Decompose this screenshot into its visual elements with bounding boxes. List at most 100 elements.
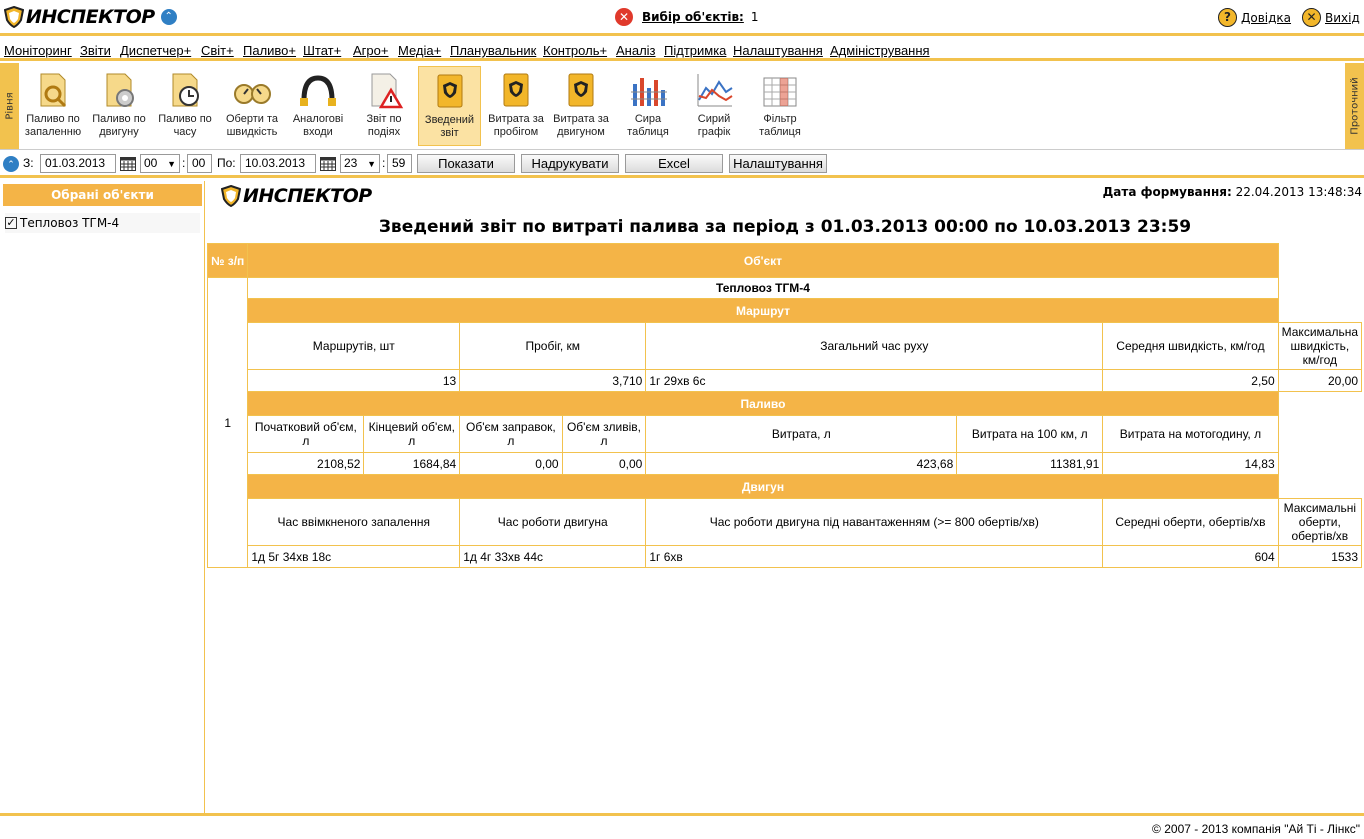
footer: © 2007 - 2013 компанія "Ай Ті - Лінкс" — [0, 813, 1364, 839]
from-calendar-icon[interactable] — [120, 157, 136, 171]
ribbon-filter-table[interactable]: Фільтр таблиця — [750, 66, 810, 146]
object-label: Тепловоз ТГМ-4 — [20, 216, 120, 230]
engine-value: 604 — [1102, 545, 1279, 568]
gauges-icon — [232, 70, 272, 110]
menu-item-staff[interactable]: Штат+ — [303, 43, 341, 58]
object-list-item[interactable]: ✓ Тепловоз ТГМ-4 — [5, 213, 200, 233]
consumption-engine-icon — [561, 70, 601, 110]
ribbon-fuel-time[interactable]: Паливо по часу — [154, 66, 216, 146]
object-name: Тепловоз ТГМ-4 — [247, 277, 1279, 299]
print-button[interactable]: Надрукувати — [521, 154, 619, 173]
from-hour-select[interactable]: 00 ▼ — [140, 154, 180, 173]
report-table: № з/п Об'єкт 1 Тепловоз ТГМ-4 Маршрут Ма… — [206, 243, 1363, 568]
object-select-link[interactable]: Вибір об'єктів: — [642, 10, 744, 24]
route-header: Середня швидкість, км/год — [1102, 322, 1279, 370]
ribbon-rpm-speed[interactable]: Оберти та швидкість — [220, 66, 284, 146]
levels-tab[interactable]: Рівня — [0, 63, 19, 149]
to-date-input[interactable]: 10.03.2013 — [240, 154, 316, 173]
fuel-header: Об'єм заправок, л — [459, 415, 563, 453]
ribbon-consumption-engine[interactable]: Витрата за двигуном — [550, 66, 612, 146]
menu-item-support[interactable]: Підтримка — [664, 43, 726, 58]
from-label: З: — [23, 156, 34, 170]
exit-x-icon: ✕ — [1302, 8, 1321, 27]
to-calendar-icon[interactable] — [320, 157, 336, 171]
ribbon-fuel-ignition[interactable]: Паливо по запаленню — [22, 66, 84, 146]
from-minute-input[interactable]: 00 — [187, 154, 212, 173]
menu-item-media[interactable]: Медіа+ — [398, 43, 441, 58]
menu-item-control[interactable]: Контроль+ — [543, 43, 607, 58]
menu-item-agro[interactable]: Агро+ — [353, 43, 388, 58]
ribbon-summary-report[interactable]: Зведений звіт — [418, 66, 481, 146]
fuel-value: 14,83 — [1102, 452, 1279, 475]
help-link[interactable]: Довідка — [1241, 11, 1291, 25]
menu-item-world[interactable]: Світ+ — [201, 43, 234, 58]
menu-item-settings[interactable]: Налаштування — [733, 43, 823, 58]
fuel-header: Об'єм зливів, л — [561, 415, 647, 453]
engine-header: Час роботи двигуна під навантаженням (>=… — [645, 498, 1104, 546]
route-value: 20,00 — [1277, 369, 1363, 392]
engine-value: 1д 4г 33хв 44с — [459, 545, 647, 568]
collapse-ribbon-icon[interactable]: ⌃ — [3, 156, 19, 172]
ribbon-raw-chart[interactable]: Сирий графік — [684, 66, 744, 146]
cable-icon — [298, 70, 338, 110]
to-label: По: — [217, 156, 236, 170]
ribbon-raw-table[interactable]: Сира таблиця — [618, 66, 678, 146]
excel-button[interactable]: Excel — [625, 154, 723, 173]
engine-header: Середні оберти, обертів/хв — [1102, 498, 1279, 546]
help-button[interactable]: ? Довідка — [1218, 8, 1291, 27]
events-warning-icon — [364, 70, 404, 110]
engine-header: Максимальні оберти, обертів/хв — [1277, 498, 1363, 546]
fuel-value: 1684,84 — [363, 452, 461, 475]
fuel-value: 2108,52 — [247, 452, 365, 475]
report-ribbon: Рівня Паливо по запаленню Паливо по двигун… — [0, 63, 1364, 150]
close-circle-icon[interactable]: ✕ — [615, 8, 633, 26]
ribbon-analog-inputs[interactable]: Аналогові входи — [288, 66, 348, 146]
engine-header: Час роботи двигуна — [459, 498, 647, 546]
object-selection: ✕ Вибір об'єктів: 1 — [615, 8, 758, 26]
consumption-mileage-icon — [496, 70, 536, 110]
menu-item-administration[interactable]: Адміністрування — [830, 43, 930, 58]
route-value: 3,710 — [459, 369, 647, 392]
to-hour-select[interactable]: 23 ▼ — [340, 154, 380, 173]
report-logo: ИНСПЕКТОР — [221, 185, 372, 207]
engine-value: 1д 5г 34хв 18с — [247, 545, 461, 568]
fuel-header: Витрата, л — [645, 415, 958, 453]
exit-button[interactable]: ✕ Вихід — [1302, 8, 1360, 27]
collapse-header-icon[interactable]: ⌃ — [160, 9, 177, 25]
selected-objects-header: Обрані об'єкти — [3, 184, 202, 206]
exit-link[interactable]: Вихід — [1325, 11, 1360, 25]
logo-text: ИНСПЕКТОР — [26, 6, 155, 28]
ribbon-consumption-mileage[interactable]: Витрата за пробігом — [485, 66, 547, 146]
show-button[interactable]: Показати — [417, 154, 515, 173]
menu-item-dispatcher[interactable]: Диспетчер+ — [120, 43, 191, 58]
menu-item-analysis[interactable]: Аналіз — [616, 43, 656, 58]
top-bar: ИНСПЕКТОР ⌃ ✕ Вибір об'єктів: 1 ? Довідк… — [0, 0, 1364, 36]
engine-header: Час ввімкненого запалення — [247, 498, 461, 546]
transit-tab[interactable]: Проточний — [1345, 63, 1364, 149]
ribbon-fuel-engine[interactable]: Паливо по двигуну — [88, 66, 150, 146]
chevron-down-icon: ▼ — [367, 159, 376, 169]
section-engine: Двигун — [247, 474, 1279, 499]
menu-item-reports[interactable]: Звіти — [80, 43, 111, 58]
menu-item-planner[interactable]: Планувальник — [450, 43, 536, 58]
raw-table-icon — [628, 70, 668, 110]
route-value: 1г 29хв 6с — [645, 369, 1104, 392]
ribbon-events-report[interactable]: Звіт по подіях — [354, 66, 414, 146]
from-date-input[interactable]: 01.03.2013 — [40, 154, 116, 173]
selected-objects-panel: Обрані об'єкти ✓ Тепловоз ТГМ-4 — [0, 181, 205, 813]
menu-item-fuel[interactable]: Паливо+ — [243, 43, 296, 58]
engine-value: 1г 6хв — [645, 545, 1104, 568]
to-minute-input[interactable]: 59 — [387, 154, 412, 173]
chevron-down-icon: ▼ — [167, 159, 176, 169]
fuel-ignition-icon — [33, 70, 73, 110]
object-select-count: 1 — [750, 10, 759, 24]
settings-button[interactable]: Налаштування — [729, 154, 827, 173]
question-icon: ? — [1218, 8, 1237, 27]
copyright-text: © 2007 - 2013 компанія "Ай Ті - Лінкс" — [1152, 822, 1360, 836]
raw-chart-icon — [694, 70, 734, 110]
report-logo-text: ИНСПЕКТОР — [243, 185, 372, 207]
menu-item-monitoring[interactable]: Моніторинг — [4, 43, 72, 58]
app-logo[interactable]: ИНСПЕКТОР ⌃ — [4, 5, 177, 29]
object-checkbox[interactable]: ✓ — [5, 217, 17, 229]
summary-report-icon — [430, 71, 470, 111]
